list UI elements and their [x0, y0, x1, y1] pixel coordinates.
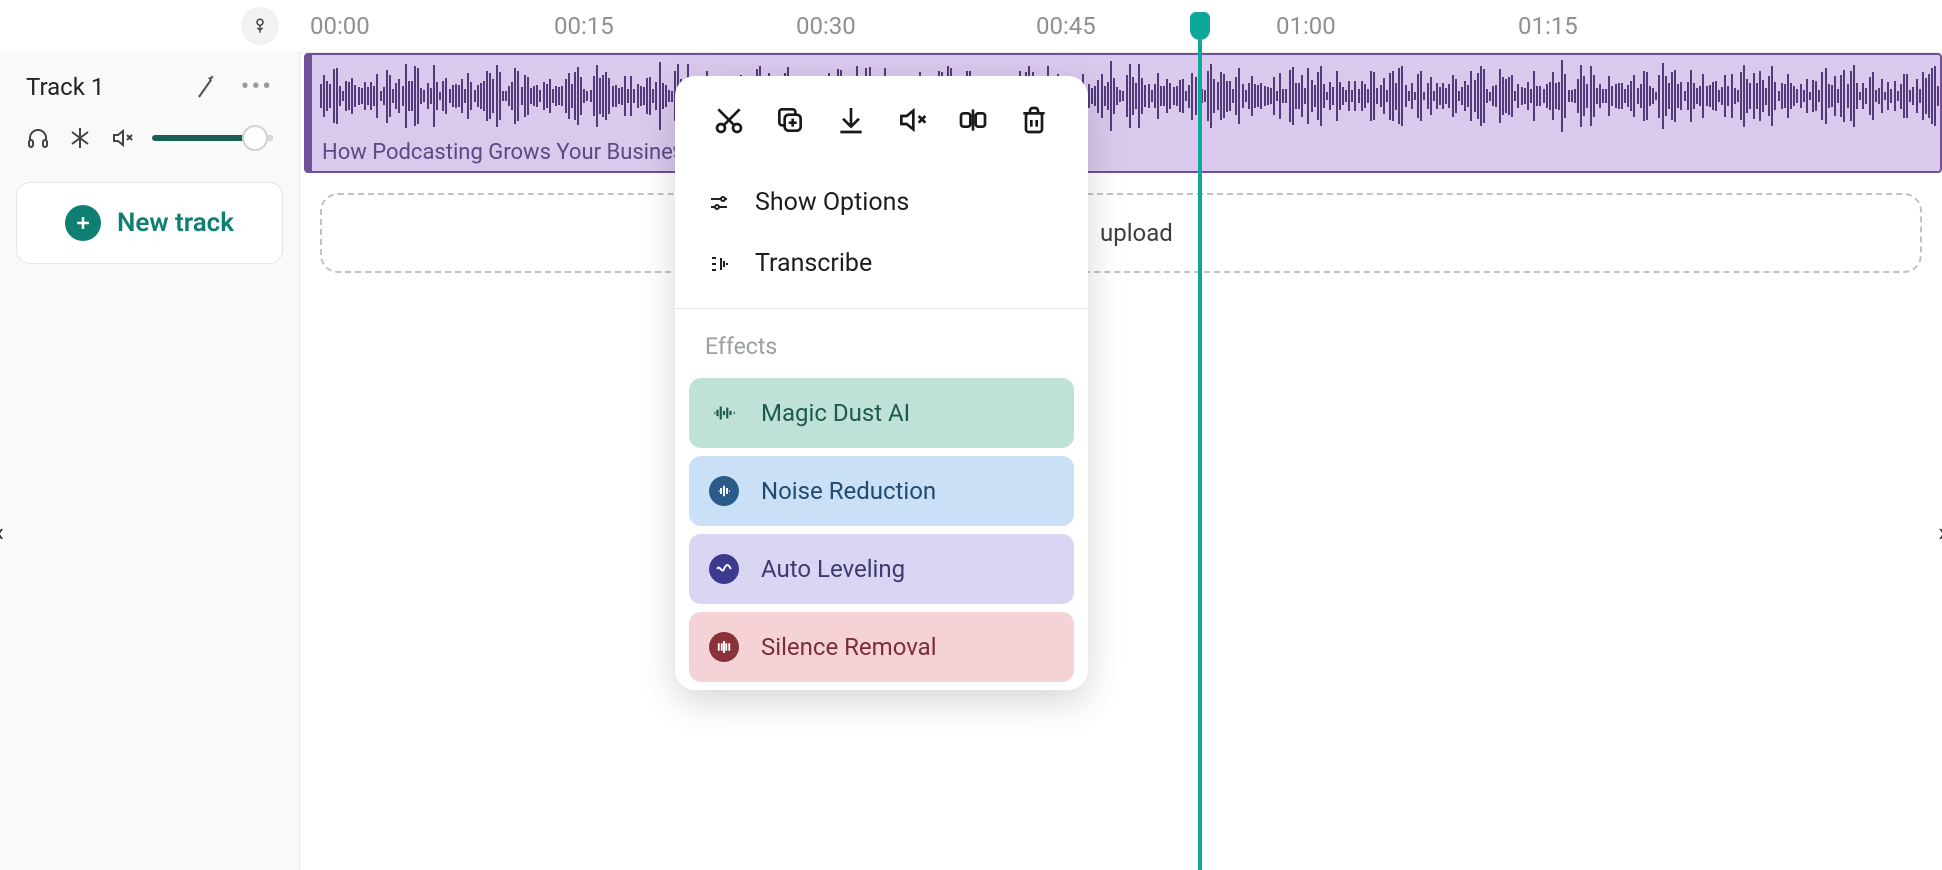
- playhead-line: [1198, 24, 1202, 870]
- effect-label: Auto Leveling: [761, 555, 905, 583]
- new-track-button[interactable]: New track: [16, 182, 283, 264]
- duplicate-icon[interactable]: [770, 100, 810, 140]
- new-track-label: New track: [117, 208, 234, 238]
- effect-label: Silence Removal: [761, 633, 937, 661]
- collapse-left-icon[interactable]: ‹: [0, 518, 4, 548]
- effect-auto-leveling[interactable]: Auto Leveling: [689, 534, 1074, 604]
- effect-label: Magic Dust AI: [761, 399, 910, 427]
- effects-section-label: Effects: [675, 317, 1088, 370]
- clip-title: How Podcasting Grows Your Business: [322, 140, 696, 165]
- magic-wand-icon[interactable]: [191, 72, 221, 102]
- effect-silence-removal[interactable]: Silence Removal: [689, 612, 1074, 682]
- time-tick: 00:00: [310, 12, 370, 40]
- time-tick: 00:45: [1036, 12, 1096, 40]
- effect-noise-reduction[interactable]: Noise Reduction: [689, 456, 1074, 526]
- track-row: Track 1 •••: [0, 52, 299, 160]
- time-tick: 00:15: [554, 12, 614, 40]
- plus-icon: [65, 205, 101, 241]
- download-icon[interactable]: [831, 100, 871, 140]
- menu-divider: [675, 308, 1088, 309]
- track-name: Track 1: [26, 73, 104, 101]
- menu-transcribe[interactable]: Transcribe: [675, 233, 1088, 294]
- menu-show-options[interactable]: Show Options: [675, 172, 1088, 233]
- effect-label: Noise Reduction: [761, 477, 936, 505]
- volume-slider-thumb[interactable]: [242, 125, 268, 151]
- timeline-ruler[interactable]: 00:00 00:15 00:30 00:45 01:00 01:15: [0, 0, 1942, 52]
- playhead[interactable]: [1198, 0, 1202, 870]
- volume-slider[interactable]: [152, 135, 273, 141]
- dropzone-upload-text: upload: [1100, 219, 1173, 247]
- more-icon[interactable]: •••: [241, 72, 273, 102]
- audio-clip[interactable]: How Podcasting Grows Your Business • • •: [304, 53, 1942, 173]
- waveform: [320, 61, 1932, 131]
- silence-removal-icon: [709, 632, 739, 662]
- cut-icon[interactable]: [709, 100, 749, 140]
- collapse-right-icon[interactable]: ›: [1938, 518, 1942, 548]
- rename-icon[interactable]: [953, 100, 993, 140]
- effect-magic-dust[interactable]: Magic Dust AI: [689, 378, 1074, 448]
- auto-leveling-icon: [709, 554, 739, 584]
- snowflake-icon[interactable]: [68, 126, 92, 150]
- time-tick: 01:15: [1518, 12, 1578, 40]
- upload-dropzone[interactable]: upload: [320, 193, 1922, 273]
- time-tick: 00:30: [796, 12, 856, 40]
- sliders-icon: [705, 191, 733, 215]
- track-sidebar: Track 1 •••: [0, 52, 300, 870]
- magic-dust-icon: [709, 398, 739, 428]
- snap-pin-button[interactable]: [241, 7, 279, 45]
- time-ticks: 00:00 00:15 00:30 00:45 01:00 01:15: [310, 0, 1942, 52]
- menu-item-label: Transcribe: [755, 249, 872, 278]
- delete-icon[interactable]: [1014, 100, 1054, 140]
- mute-icon[interactable]: [110, 126, 134, 150]
- timeline-area[interactable]: How Podcasting Grows Your Business • • •…: [300, 52, 1942, 870]
- transcribe-icon: [705, 252, 733, 276]
- menu-item-label: Show Options: [755, 188, 909, 217]
- clip-context-menu: Show Options Transcribe Effects Magic Du…: [675, 76, 1088, 690]
- mute-clip-icon[interactable]: [892, 100, 932, 140]
- menu-toolbar: [675, 76, 1088, 160]
- time-tick: 01:00: [1276, 12, 1336, 40]
- noise-reduction-icon: [709, 476, 739, 506]
- headphones-icon[interactable]: [26, 126, 50, 150]
